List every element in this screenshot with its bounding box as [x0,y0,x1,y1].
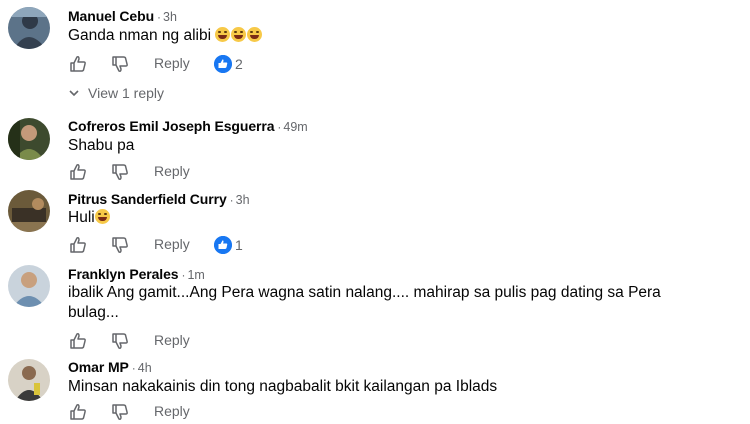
reply-button[interactable]: Reply [154,55,190,71]
laughing-emoji-icon [231,27,247,42]
dislike-icon[interactable] [110,162,130,182]
like-icon[interactable] [68,54,88,74]
dislike-icon[interactable] [110,54,130,74]
laughing-emoji-icon [215,27,231,42]
reaction-count: 2 [235,56,243,72]
reply-button[interactable]: Reply [154,403,190,419]
reply-button[interactable]: Reply [154,236,190,252]
avatar[interactable] [8,265,50,307]
commenter-name[interactable]: Omar MP [68,359,129,375]
like-icon[interactable] [68,162,88,182]
dislike-icon[interactable] [110,331,130,351]
commenter-name[interactable]: Franklyn Perales [68,266,179,282]
comment-text: Shabu pa [68,137,135,154]
grinning-emoji-icon [94,209,110,224]
like-icon[interactable] [68,402,88,422]
commenter-name[interactable]: Cofreros Emil Joseph Esguerra [68,118,274,134]
like-icon[interactable] [68,235,88,255]
comment-time[interactable]: 1m [187,268,204,282]
commenter-name[interactable]: Pitrus Sanderfield Curry [68,191,227,207]
avatar[interactable] [8,190,50,232]
dislike-icon[interactable] [110,402,130,422]
reaction-count: 1 [235,237,243,253]
dislike-icon[interactable] [110,235,130,255]
reply-button[interactable]: Reply [154,332,190,348]
comment-time[interactable]: 4h [138,361,152,375]
like-icon[interactable] [68,331,88,351]
comment-text-continued: bulag... [68,304,119,321]
comment-time[interactable]: 49m [283,120,307,134]
comment-text: Ganda nman ng alibi [68,25,263,47]
like-reaction-icon [214,55,232,73]
avatar[interactable] [8,359,50,401]
comment-time[interactable]: 3h [236,193,250,207]
chevron-down-icon [69,90,79,97]
avatar[interactable] [8,118,50,160]
comment-text: Minsan nakakainis din tong nagbabalit bk… [68,378,498,395]
commenter-name[interactable]: Manuel Cebu [68,8,154,24]
comment-time[interactable]: 3h [163,10,177,24]
avatar[interactable] [8,7,50,49]
comment-text: Huli [68,207,111,229]
comment-text: ibalik Ang gamit...Ang Pera wagna satin … [68,284,661,301]
laughing-emoji-icon [247,27,263,42]
like-reaction-icon [214,236,232,254]
reply-button[interactable]: Reply [154,163,190,179]
view-replies-button[interactable]: View 1 reply [68,85,164,101]
